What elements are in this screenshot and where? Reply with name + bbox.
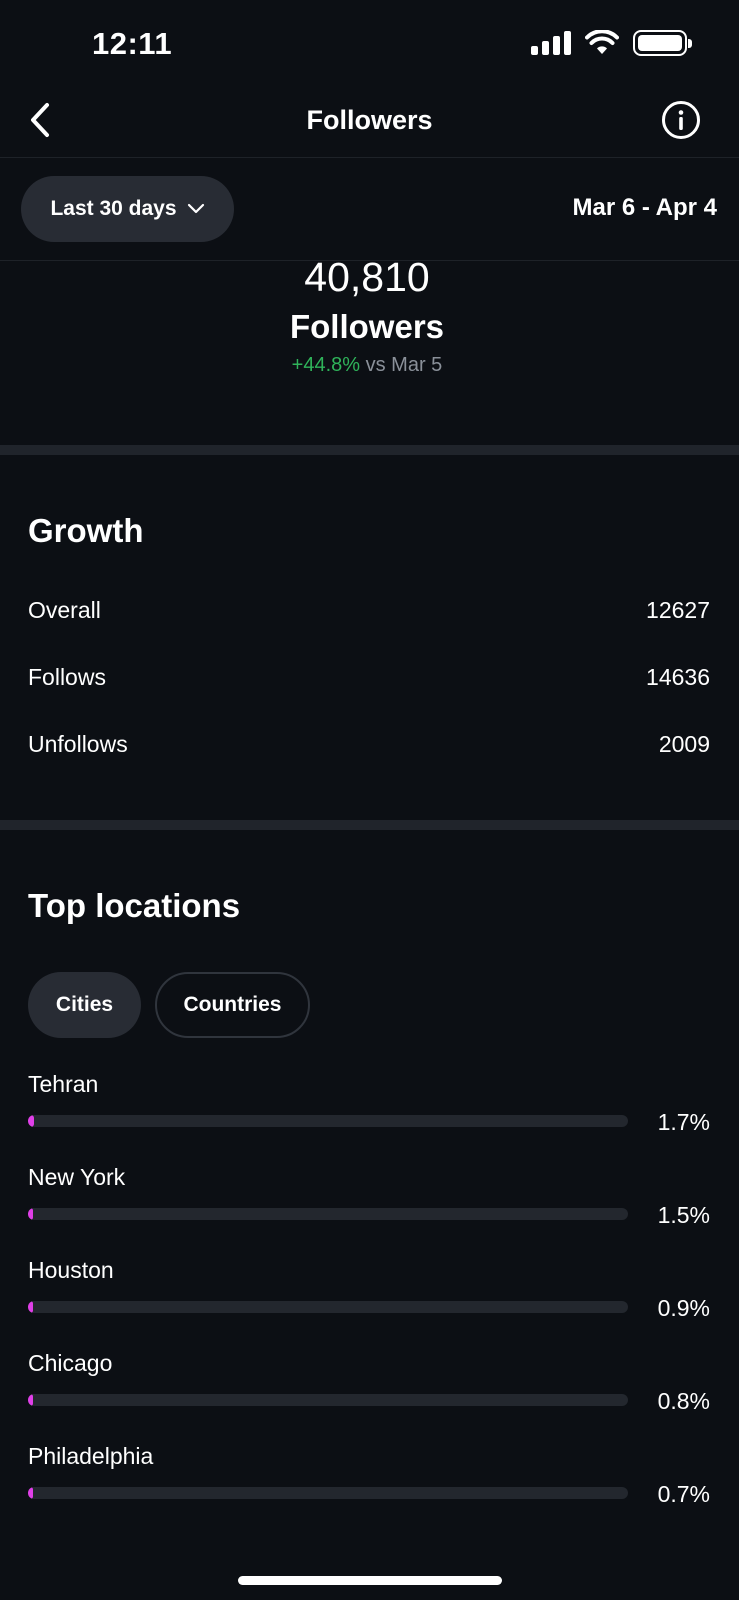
section-divider — [0, 445, 739, 455]
growth-row-unfollows: Unfollows 2009 — [28, 731, 710, 758]
location-percent: 0.9% — [657, 1295, 710, 1321]
date-range-dropdown-label: Last 30 days — [50, 197, 177, 220]
growth-row-label: Unfollows — [28, 731, 128, 757]
location-bar-track — [28, 1208, 628, 1220]
date-range-text: Mar 6 - Apr 4 — [572, 194, 717, 221]
location-bar-fill — [28, 1301, 33, 1313]
growth-row-value: 2009 — [658, 731, 710, 757]
location-percent: 0.8% — [657, 1388, 710, 1414]
location-item: Tehran 1.7% — [28, 1071, 710, 1155]
location-bar-fill — [28, 1115, 34, 1127]
change-percent: +44.8% — [291, 354, 361, 376]
growth-title: Growth — [28, 512, 144, 549]
section-divider — [0, 820, 739, 830]
top-locations-title: Top locations — [28, 887, 241, 924]
location-percent: 1.7% — [657, 1109, 710, 1135]
status-time: 12:11 — [92, 26, 173, 61]
home-indicator — [238, 1576, 502, 1585]
status-bar: 12:11 — [0, 0, 739, 90]
follower-count: 40,810 — [304, 254, 430, 300]
location-bar-fill — [28, 1394, 33, 1406]
location-bar-track — [28, 1301, 628, 1313]
location-bar-track — [28, 1115, 628, 1127]
location-bar-track — [28, 1394, 628, 1406]
location-name: Chicago — [28, 1350, 113, 1376]
location-bar-fill — [28, 1208, 33, 1220]
date-range-dropdown[interactable]: Last 30 days — [21, 176, 234, 242]
growth-row-overall: Overall 12627 — [28, 597, 710, 624]
location-percent: 1.5% — [657, 1202, 710, 1228]
growth-row-value: 14636 — [646, 664, 710, 690]
cellular-signal-icon — [531, 31, 571, 55]
location-bar-fill — [28, 1487, 33, 1499]
info-icon — [662, 101, 700, 139]
growth-row-value: 12627 — [646, 597, 710, 623]
battery-icon — [633, 30, 692, 56]
growth-row-label: Overall — [28, 597, 101, 623]
location-name: New York — [28, 1164, 126, 1190]
growth-row-label: Follows — [28, 664, 106, 690]
follower-summary: 40,810 Followers +44.8% vs Mar 5 — [0, 250, 739, 380]
location-name: Houston — [28, 1257, 114, 1283]
follower-change: +44.8% vs Mar 5 — [0, 350, 739, 380]
location-name: Philadelphia — [28, 1443, 154, 1469]
chevron-down-icon — [187, 203, 204, 214]
status-icons — [531, 30, 692, 56]
change-comparison: vs Mar 5 — [365, 354, 443, 376]
location-name: Tehran — [28, 1071, 99, 1097]
info-button[interactable] — [659, 98, 703, 142]
location-item: Chicago 0.8% — [28, 1350, 710, 1434]
follower-count-label: Followers — [289, 308, 445, 345]
growth-row-follows: Follows 14636 — [28, 664, 710, 691]
location-bar-track — [28, 1487, 628, 1499]
location-item: Philadelphia 0.7% — [28, 1443, 710, 1527]
location-item: Houston 0.9% — [28, 1257, 710, 1341]
location-percent: 0.7% — [657, 1481, 710, 1507]
page-title: Followers — [306, 105, 433, 135]
filter-row: Last 30 days Mar 6 - Apr 4 — [0, 158, 739, 261]
tab-cities[interactable]: Cities — [28, 972, 141, 1038]
wifi-icon — [585, 30, 619, 54]
location-item: New York 1.5% — [28, 1164, 710, 1248]
nav-bar: Followers — [0, 90, 739, 158]
tab-countries[interactable]: Countries — [155, 972, 310, 1038]
